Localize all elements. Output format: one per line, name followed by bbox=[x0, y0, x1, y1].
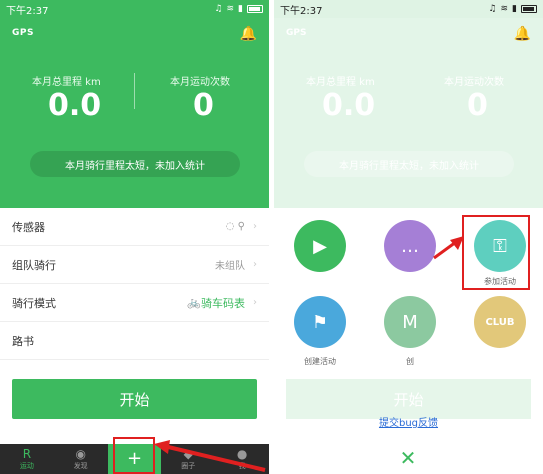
mileage-notice: 本月骑行里程太短，未加入统计 bbox=[30, 151, 240, 177]
monthly-summary-dimmed: GPS 🔔 本月总里程 km 0.0 本月运动次数 0 本月骑行里程太短，未加入… bbox=[274, 18, 543, 208]
sport-icon: R bbox=[22, 447, 32, 461]
tab-label: 圈子 bbox=[181, 462, 196, 470]
monthly-summary: GPS 🔔 本月总里程 km 0.0 本月运动次数 0 本月骑行里程太短，未加入… bbox=[0, 18, 269, 208]
tab-label: 发现 bbox=[73, 462, 88, 470]
highlight-box-plus bbox=[113, 437, 155, 474]
mileage-notice: 本月骑行里程太短，未加入统计 bbox=[304, 151, 514, 177]
highlight-box-join bbox=[462, 215, 530, 290]
chevron-right-icon: › bbox=[253, 259, 257, 270]
action-create-event[interactable]: ⚑ bbox=[294, 296, 346, 348]
status-bar: 下午2:37 ♫ ≋ ▮ bbox=[0, 0, 269, 18]
bell-icon[interactable]: 🔔 bbox=[240, 26, 257, 42]
chat-icon: … bbox=[401, 235, 419, 257]
activity-count-value: 0 bbox=[193, 88, 214, 123]
status-time: 下午2:37 bbox=[280, 5, 323, 17]
activity-count-label: 本月运动次数 bbox=[444, 77, 504, 88]
status-icons: ♫ ≋ ▮ bbox=[488, 4, 537, 14]
row-label: 组队骑行 bbox=[12, 258, 56, 272]
headphone-icon: ♫ bbox=[488, 4, 497, 14]
club-icon: CLUB bbox=[485, 316, 515, 328]
status-time: 下午2:37 bbox=[6, 5, 49, 17]
map-icon: M bbox=[402, 311, 418, 333]
start-button[interactable]: 开始 bbox=[12, 379, 257, 419]
sensor-icons: ◌ ⚲ bbox=[225, 221, 245, 232]
action-message[interactable]: … bbox=[384, 220, 436, 272]
headphone-icon: ♫ bbox=[214, 4, 223, 14]
row-value: 未组队 bbox=[215, 261, 245, 272]
close-icon[interactable]: ✕ bbox=[396, 446, 420, 470]
row-route-book[interactable]: 路书 bbox=[0, 322, 269, 360]
compass-icon: ◉ bbox=[75, 447, 86, 461]
status-bar: 下午2:37 ♫ ≋ ▮ bbox=[274, 0, 543, 18]
bell-icon: 🔔 bbox=[513, 26, 531, 42]
row-ride-mode[interactable]: 骑行模式 🚲 骑车码表 › bbox=[0, 284, 269, 322]
circle-icon: ◆ bbox=[183, 447, 193, 461]
bug-feedback-link[interactable]: 提交bug反馈 bbox=[274, 414, 543, 429]
total-distance-value: 0.0 bbox=[48, 88, 102, 123]
user-icon: ● bbox=[236, 447, 248, 461]
tab-label: 运动 bbox=[19, 462, 34, 470]
row-label: 传感器 bbox=[12, 220, 45, 234]
status-icons: ♫ ≋ ▮ bbox=[214, 4, 263, 14]
tab-me[interactable]: ● 我 bbox=[215, 444, 269, 474]
action-club[interactable]: CLUB bbox=[474, 296, 526, 348]
start-button-dimmed: 开始 bbox=[286, 379, 531, 419]
flag-icon: ⚑ bbox=[311, 311, 329, 333]
create-event-label: 创建活动 bbox=[304, 357, 336, 366]
camera-icon: ▶ bbox=[313, 235, 327, 257]
activity-count-label: 本月运动次数 bbox=[170, 77, 230, 88]
signal-icon: ▮ bbox=[238, 4, 243, 14]
row-sensor[interactable]: 传感器 ◌ ⚲ › bbox=[0, 208, 269, 246]
tab-circle[interactable]: ◆ 圈子 bbox=[161, 444, 215, 474]
bike-icon: 🚲 bbox=[187, 296, 201, 309]
battery-icon bbox=[247, 5, 263, 13]
app-logo: GPS bbox=[12, 28, 34, 38]
row-label: 骑行模式 bbox=[12, 296, 56, 310]
activity-count-value: 0 bbox=[467, 88, 488, 123]
route-label: 创 bbox=[406, 357, 414, 366]
battery-icon bbox=[521, 5, 537, 13]
stats-divider bbox=[134, 73, 135, 109]
action-video[interactable]: ▶ bbox=[294, 220, 346, 272]
row-team-ride[interactable]: 组队骑行 未组队 › bbox=[0, 246, 269, 284]
signal-icon: ▮ bbox=[512, 4, 517, 14]
screenshot-stage: 下午2:37 ♫ ≋ ▮ GPS 🔔 本月总里程 km 0.0 本月运动次数 0… bbox=[0, 0, 543, 474]
chevron-right-icon: › bbox=[253, 297, 257, 308]
row-label: 路书 bbox=[12, 334, 34, 348]
wifi-icon: ≋ bbox=[226, 4, 235, 14]
row-value: 骑车码表 bbox=[201, 296, 245, 310]
app-logo: GPS bbox=[286, 28, 307, 38]
wifi-icon: ≋ bbox=[500, 4, 509, 14]
total-distance-label: 本月总里程 km bbox=[32, 77, 101, 88]
tab-sport[interactable]: R 运动 bbox=[0, 444, 54, 474]
phone-left: 下午2:37 ♫ ≋ ▮ GPS 🔔 本月总里程 km 0.0 本月运动次数 0… bbox=[0, 0, 269, 474]
total-distance-value: 0.0 bbox=[322, 88, 376, 123]
chevron-right-icon: › bbox=[253, 221, 257, 232]
phone-right: 下午2:37 ♫ ≋ ▮ GPS 🔔 本月总里程 km 0.0 本月运动次数 0… bbox=[274, 0, 543, 474]
tab-discover[interactable]: ◉ 发现 bbox=[54, 444, 108, 474]
action-route[interactable]: M bbox=[384, 296, 436, 348]
total-distance-label: 本月总里程 km bbox=[306, 77, 375, 88]
tab-label: 我 bbox=[238, 462, 246, 470]
